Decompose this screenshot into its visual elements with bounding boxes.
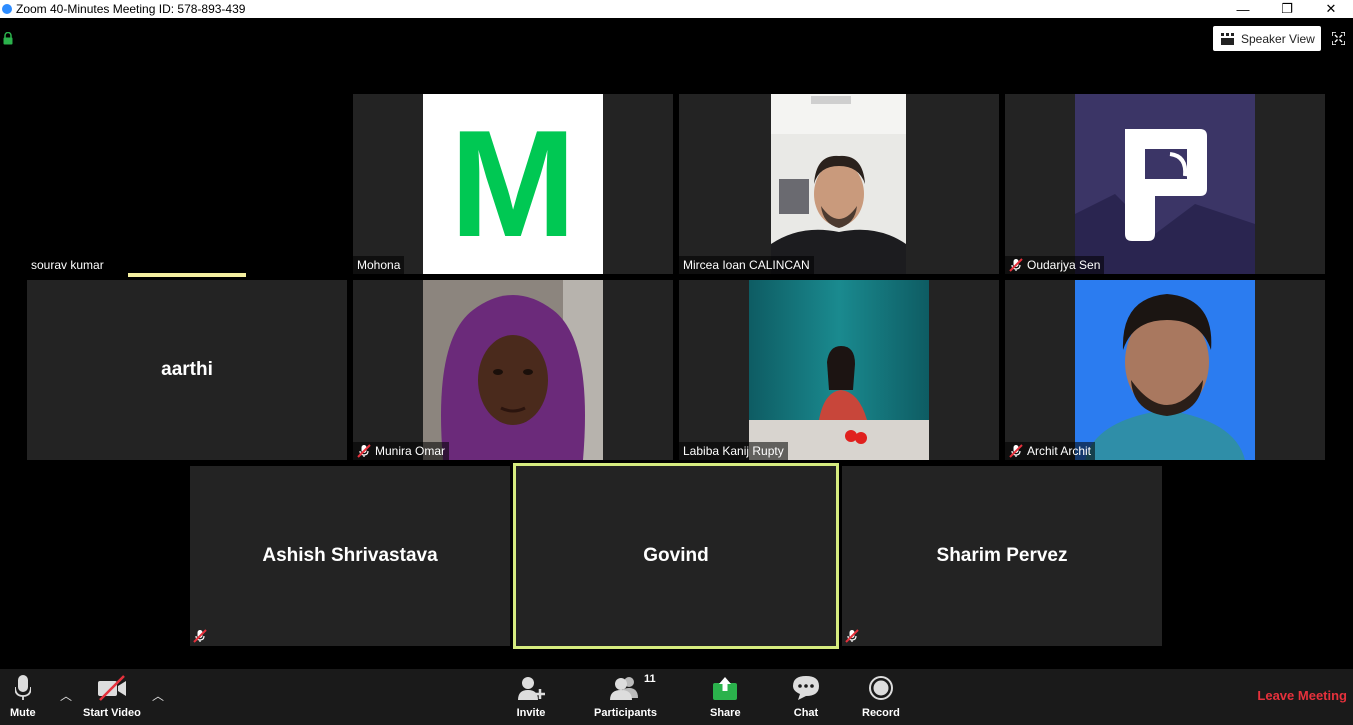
participant-name: Oudarjya Sen bbox=[1027, 258, 1101, 272]
participant-name: Mohona bbox=[357, 258, 401, 272]
avatar-letter: M bbox=[449, 99, 577, 269]
video-tile-aarthi[interactable]: aarthi bbox=[27, 280, 347, 460]
record-icon bbox=[868, 676, 893, 700]
record-label: Record bbox=[862, 707, 900, 719]
invite-label: Invite bbox=[516, 707, 546, 719]
participant-name-label: Labiba Kanij Rupty bbox=[679, 442, 788, 460]
add-user-icon bbox=[518, 677, 545, 700]
video-tile-labiba[interactable]: Labiba Kanij Rupty bbox=[679, 280, 999, 460]
video-tile-mircea[interactable]: Mircea Ioan CALINCAN bbox=[679, 94, 999, 274]
restore-button[interactable]: ❐ bbox=[1265, 0, 1309, 18]
participant-name: aarthi bbox=[161, 359, 213, 380]
minimize-button[interactable]: — bbox=[1221, 0, 1265, 18]
meeting-toolbar: Mute ︿ Start Video ︿ Invite 11 Participa… bbox=[0, 669, 1353, 725]
video-tile-govind-active-speaker[interactable]: Govind bbox=[513, 463, 839, 649]
video-tile-sharim[interactable]: Sharim Pervez bbox=[842, 466, 1162, 646]
start-video-label: Start Video bbox=[83, 707, 141, 719]
participants-icon bbox=[610, 677, 639, 700]
invite-button[interactable]: Invite bbox=[516, 675, 546, 719]
share-button[interactable]: Share bbox=[710, 675, 741, 719]
muted-mic-icon bbox=[1009, 444, 1023, 458]
participant-name-label: Mircea Ioan CALINCAN bbox=[679, 256, 814, 274]
participant-name-label: Munira Omar bbox=[353, 442, 450, 460]
close-button[interactable]: ✕ bbox=[1309, 0, 1353, 18]
video-tile-archit[interactable]: Archit Archit bbox=[1005, 280, 1325, 460]
audio-options-caret[interactable]: ︿ bbox=[60, 687, 72, 704]
muted-mic-icon bbox=[845, 629, 859, 643]
share-screen-icon bbox=[713, 677, 738, 700]
window-controls: — ❐ ✕ bbox=[1221, 0, 1353, 18]
participants-count: 11 bbox=[644, 673, 656, 685]
participant-name-label: sourav kumar bbox=[27, 256, 108, 274]
participant-name: Govind bbox=[643, 545, 709, 566]
webcam-video bbox=[423, 280, 603, 460]
participants-button[interactable]: 11 Participants bbox=[594, 673, 657, 719]
video-tile-ashish[interactable]: Ashish Shrivastava bbox=[190, 466, 510, 646]
webcam-video bbox=[749, 280, 929, 460]
profile-picture: M bbox=[423, 94, 603, 274]
participant-name-label: Oudarjya Sen bbox=[1005, 256, 1105, 274]
grid-icon bbox=[1221, 32, 1234, 45]
window-titlebar: Zoom 40-Minutes Meeting ID: 578-893-439 … bbox=[0, 0, 1353, 18]
speaking-indicator bbox=[128, 273, 246, 277]
participant-name: Archit Archit bbox=[1027, 444, 1092, 458]
video-tile-sourav[interactable]: sourav kumar bbox=[27, 94, 347, 274]
participant-name: Mircea Ioan CALINCAN bbox=[683, 258, 810, 272]
record-button[interactable]: Record bbox=[862, 675, 900, 719]
share-label: Share bbox=[710, 707, 741, 719]
chat-button[interactable]: Chat bbox=[792, 675, 820, 719]
fullscreen-icon[interactable] bbox=[1332, 32, 1345, 45]
participant-name: sourav kumar bbox=[31, 258, 104, 272]
chat-label: Chat bbox=[793, 707, 819, 719]
speaker-view-label: Speaker View bbox=[1241, 31, 1315, 46]
mute-label: Mute bbox=[10, 707, 36, 719]
video-tile-oudarjya[interactable]: Oudarjya Sen bbox=[1005, 94, 1325, 274]
video-tile-mohona[interactable]: M Mohona bbox=[353, 94, 673, 274]
participant-name: Munira Omar bbox=[375, 444, 446, 458]
mute-button[interactable]: Mute bbox=[10, 675, 36, 719]
video-tile-munira[interactable]: Munira Omar bbox=[353, 280, 673, 460]
participant-name: Labiba Kanij Rupty bbox=[683, 444, 784, 458]
window-title: Zoom 40-Minutes Meeting ID: 578-893-439 bbox=[16, 2, 246, 16]
microphone-icon bbox=[14, 675, 31, 700]
muted-mic-icon bbox=[193, 629, 207, 643]
start-video-button[interactable]: Start Video bbox=[83, 675, 141, 719]
participant-name-label: Mohona bbox=[353, 256, 405, 274]
participant-name: Sharim Pervez bbox=[936, 545, 1068, 566]
profile-picture bbox=[1075, 94, 1255, 274]
muted-mic-icon bbox=[1009, 258, 1023, 272]
zoom-app-icon bbox=[2, 4, 12, 14]
participant-name: Ashish Shrivastava bbox=[262, 545, 438, 566]
participants-label: Participants bbox=[594, 707, 657, 719]
webcam-video bbox=[771, 94, 906, 274]
chat-bubble-icon bbox=[793, 676, 819, 700]
speaker-view-button[interactable]: Speaker View bbox=[1213, 26, 1321, 51]
profile-picture bbox=[1075, 280, 1255, 460]
video-off-icon bbox=[97, 675, 126, 701]
leave-meeting-button[interactable]: Leave Meeting bbox=[1257, 688, 1347, 703]
participant-name-label: Archit Archit bbox=[1005, 442, 1096, 460]
video-options-caret[interactable]: ︿ bbox=[152, 687, 164, 704]
lock-icon[interactable] bbox=[3, 32, 13, 45]
muted-mic-icon bbox=[357, 444, 371, 458]
